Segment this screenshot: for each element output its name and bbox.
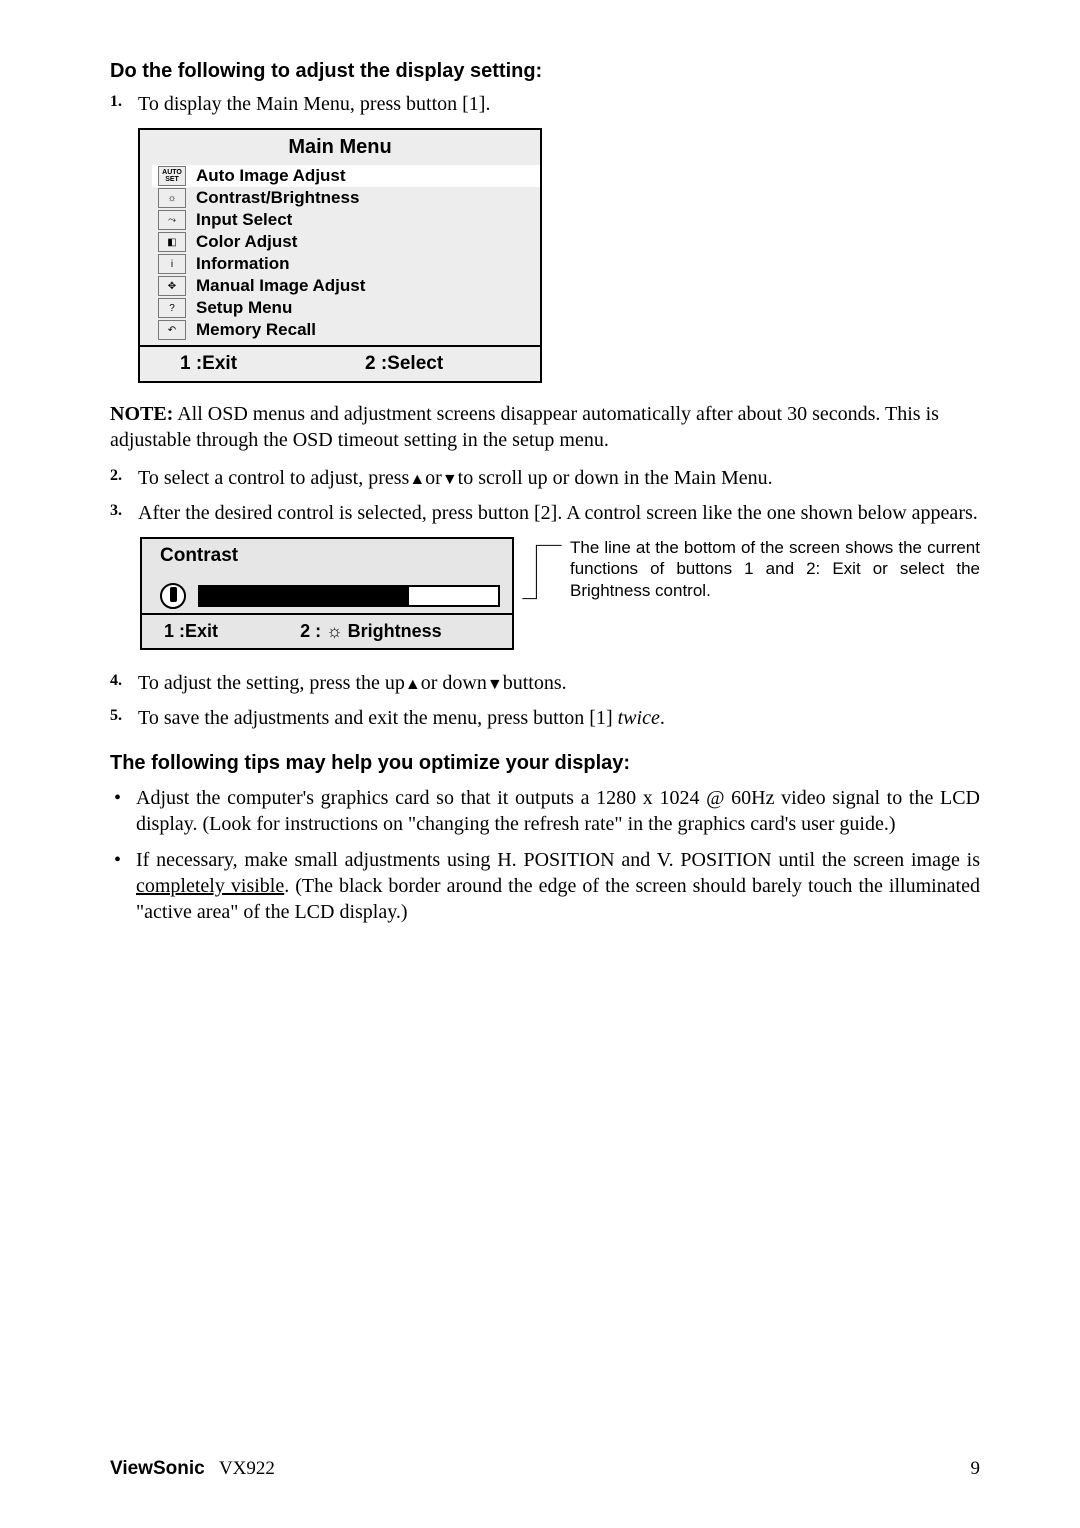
contrast-footer-exit: 1 :Exit: [142, 621, 300, 642]
footer-model: VX922: [219, 1458, 275, 1479]
manual-adjust-icon: ✥: [158, 276, 186, 296]
osd-menu-footer: 1 :Exit 2 :Select: [140, 345, 540, 381]
step-number: 5.: [110, 707, 138, 730]
osd-item-label: Setup Menu: [196, 298, 292, 318]
step-text: To save the adjustments and exit the men…: [138, 707, 980, 730]
up-arrow-icon: ▲: [409, 471, 425, 488]
page-footer: ViewSonic VX922 9: [110, 1458, 980, 1480]
osd-contrast-screen: Contrast 1 :Exit 2 : ☼ Brightness: [140, 537, 514, 650]
tip-text-pre: If necessary, make small adjustments usi…: [136, 849, 980, 871]
step-text: After the desired control is selected, p…: [138, 502, 980, 525]
step-5: 5. To save the adjustments and exit the …: [110, 707, 980, 730]
step-number: 4.: [110, 672, 138, 695]
step-text-mid: or down: [421, 672, 487, 694]
tip-text-underline: completely visible: [136, 875, 284, 897]
step-text-post: buttons.: [503, 672, 567, 694]
tip-text: If necessary, make small adjustments usi…: [136, 847, 980, 925]
contrast-knob-icon: [160, 583, 186, 609]
step-text-italic: twice: [618, 707, 660, 729]
heading-optimize-tips: The following tips may help you optimize…: [110, 752, 980, 775]
osd-item-input-select: ⤳ Input Select: [158, 209, 530, 231]
color-adjust-icon: ◧: [158, 232, 186, 252]
step-text-post: to scroll up or down in the Main Menu.: [458, 467, 773, 489]
step-text-mid: or: [425, 467, 442, 489]
osd-item-contrast-brightness: ☼ Contrast/Brightness: [158, 187, 530, 209]
step-4: 4. To adjust the setting, press the up▲o…: [110, 672, 980, 695]
step-text-post: .: [660, 707, 665, 729]
contrast-footer: 1 :Exit 2 : ☼ Brightness: [142, 613, 512, 648]
osd-item-label: Memory Recall: [196, 320, 316, 340]
step-text: To select a control to adjust, press▲or▼…: [138, 467, 980, 490]
contrast-footer-brightness: 2 : ☼ Brightness: [300, 621, 512, 642]
step-1: 1. To display the Main Menu, press butto…: [110, 93, 980, 116]
brightness-icon: ☼: [158, 188, 186, 208]
step-text-pre: To save the adjustments and exit the men…: [138, 707, 618, 729]
down-arrow-icon: ▼: [487, 676, 503, 693]
note-label: NOTE:: [110, 403, 173, 425]
osd-item-label: Manual Image Adjust: [196, 276, 365, 296]
step-number: 1.: [110, 93, 138, 116]
footer-brand-name: ViewSonic: [110, 1458, 205, 1479]
note-text: All OSD menus and adjustment screens dis…: [110, 403, 939, 451]
step-text-pre: To adjust the setting, press the up: [138, 672, 405, 694]
bullet-icon: •: [110, 785, 136, 837]
osd-item-label: Color Adjust: [196, 232, 297, 252]
contrast-title: Contrast: [160, 545, 500, 567]
osd-item-color-adjust: ◧ Color Adjust: [158, 231, 530, 253]
callout-connector: [514, 537, 570, 607]
callout-text: The line at the bottom of the screen sho…: [570, 537, 980, 601]
footer-page-number: 9: [971, 1458, 981, 1480]
footer-brand: ViewSonic VX922: [110, 1458, 275, 1480]
tip-text: Adjust the computer's graphics card so t…: [136, 785, 980, 837]
osd-item-manual-image-adjust: ✥ Manual Image Adjust: [158, 275, 530, 297]
osd-item-label: Contrast/Brightness: [196, 188, 359, 208]
memory-recall-icon: ↶: [158, 320, 186, 340]
input-select-icon: ⤳: [158, 210, 186, 230]
osd-item-setup-menu: ? Setup Menu: [158, 297, 530, 319]
step-text-pre: To select a control to adjust, press: [138, 467, 409, 489]
step-text: To display the Main Menu, press button […: [138, 93, 980, 116]
heading-adjust-display: Do the following to adjust the display s…: [110, 60, 980, 83]
osd-item-label: Input Select: [196, 210, 292, 230]
osd-footer-select: 2 :Select: [355, 353, 540, 375]
auto-set-icon: AUTOSET: [158, 166, 186, 186]
osd-main-menu: Main Menu AUTOSET Auto Image Adjust ☼ Co…: [138, 128, 542, 383]
note-paragraph: NOTE: All OSD menus and adjustment scree…: [110, 401, 980, 453]
osd-item-information: i Information: [158, 253, 530, 275]
step-number: 3.: [110, 502, 138, 525]
up-arrow-icon: ▲: [405, 676, 421, 693]
contrast-slider: [198, 585, 500, 607]
bullet-icon: •: [110, 847, 136, 925]
step-3: 3. After the desired control is selected…: [110, 502, 980, 525]
osd-item-label: Information: [196, 254, 290, 274]
step-number: 2.: [110, 467, 138, 490]
osd-footer-exit: 1 :Exit: [140, 353, 355, 375]
info-icon: i: [158, 254, 186, 274]
tip-1: • Adjust the computer's graphics card so…: [110, 785, 980, 837]
osd-item-label: Auto Image Adjust: [196, 166, 346, 186]
osd-menu-list: AUTOSET Auto Image Adjust ☼ Contrast/Bri…: [140, 165, 540, 345]
step-2: 2. To select a control to adjust, press▲…: [110, 467, 980, 490]
osd-menu-title: Main Menu: [140, 130, 540, 165]
step-text: To adjust the setting, press the up▲or d…: [138, 672, 980, 695]
osd-item-auto-image-adjust: AUTOSET Auto Image Adjust: [152, 165, 540, 187]
tip-2: • If necessary, make small adjustments u…: [110, 847, 980, 925]
setup-icon: ?: [158, 298, 186, 318]
down-arrow-icon: ▼: [442, 471, 458, 488]
osd-item-memory-recall: ↶ Memory Recall: [158, 319, 530, 341]
